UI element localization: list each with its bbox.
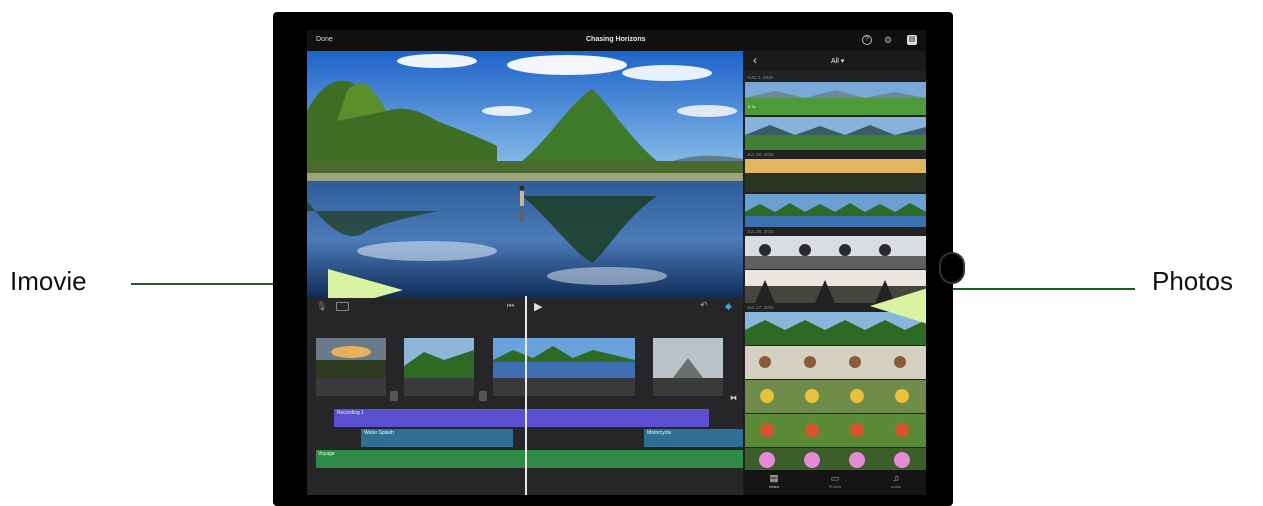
strip-thumbnail: [745, 346, 926, 379]
photo-strip[interactable]: [745, 414, 926, 447]
music-note-icon: ♫: [892, 473, 900, 483]
timeline-clip-1[interactable]: [316, 338, 386, 396]
viewer-landscape-image: [307, 51, 743, 298]
imovie-screen: Done Chasing Horizons ? ⚙ ▤ 🎙 ⏮ ▶ ↶ ◆ ⧓ …: [307, 30, 926, 495]
gear-icon[interactable]: ⚙: [883, 35, 893, 45]
audio-track-label: Voyage: [318, 451, 335, 457]
audio-track-label: Water Splash: [364, 430, 394, 436]
home-button: [939, 252, 965, 284]
timeline-panel: 🎙 ⏮ ▶ ↶ ◆ ⧓ Recording 1 Water Splash Mot…: [307, 296, 743, 495]
video-strip[interactable]: 0.7s: [745, 82, 926, 115]
audio-track-label: Motorcycle: [647, 430, 672, 436]
transition-icon[interactable]: [479, 391, 487, 401]
date-header: JUL 28, 2015: [747, 229, 774, 234]
audio-track-label: Recording 1: [337, 410, 364, 416]
clip-thumbnail: [404, 338, 474, 378]
strip-thumbnail: [745, 203, 926, 227]
duration-badge: 0.7s: [748, 104, 756, 109]
audio-track-water-splash[interactable]: Water Splash: [361, 429, 513, 447]
date-header: AUG 2, 2015: [747, 75, 774, 80]
video-viewer[interactable]: [307, 51, 743, 298]
photos-callout-arrow: [870, 288, 926, 324]
skip-to-start-icon[interactable]: ⏮: [507, 301, 514, 311]
undo-icon[interactable]: ↶: [700, 300, 708, 311]
clip-thumbnail: [653, 338, 723, 378]
strip-thumbnail: [745, 244, 926, 269]
audio-track-recording[interactable]: Recording 1: [334, 409, 709, 427]
strip-thumbnail: [745, 448, 926, 470]
browser-tab-bar: ▤ Video ▭ Photos ♫ Audio: [744, 470, 926, 495]
strip-thumbnail: [745, 90, 926, 115]
timeline-clip-3[interactable]: [493, 338, 635, 396]
strip-thumbnail: [745, 125, 926, 150]
film-icon: ▤: [769, 473, 779, 483]
photos-pointer-line: [925, 288, 1135, 290]
clip-thumbnail: [493, 338, 635, 378]
imovie-callout-arrow: [328, 269, 403, 298]
date-header: JUL 27, 2015: [747, 305, 774, 310]
transition-icon[interactable]: [390, 391, 398, 401]
audio-waveform-icon[interactable]: ◆: [725, 301, 732, 312]
video-strip[interactable]: [745, 194, 926, 227]
media-library-icon[interactable]: ▤: [907, 35, 917, 45]
audio-track-motorcycle[interactable]: Motorcycle: [644, 429, 743, 447]
browser-header: ‹ All ▾: [744, 51, 926, 71]
video-strip[interactable]: [745, 236, 926, 269]
clip-thumbnail: [316, 338, 386, 378]
audio-track-voyage[interactable]: Voyage: [316, 450, 743, 468]
tab-video[interactable]: ▤ Video: [744, 473, 804, 489]
photos-label: Photos: [1152, 266, 1233, 296]
done-button[interactable]: Done: [316, 36, 333, 43]
chevron-left-icon[interactable]: ‹: [753, 53, 757, 67]
tab-audio[interactable]: ♫ Audio: [866, 473, 926, 489]
photo-strip[interactable]: [745, 346, 926, 379]
photo-icon: ▭: [830, 473, 840, 483]
tab-label: Audio: [890, 484, 902, 489]
strip-thumbnail: [745, 414, 926, 447]
video-strip[interactable]: [745, 117, 926, 150]
project-title: Chasing Horizons: [586, 36, 646, 43]
top-bar: Done Chasing Horizons ? ⚙ ▤: [307, 30, 926, 51]
video-strip[interactable]: [745, 159, 926, 192]
date-header: JUL 29, 2015: [747, 152, 774, 157]
tab-label: Video: [768, 484, 780, 489]
strip-thumbnail: [745, 159, 926, 192]
strip-thumbnail: [745, 380, 926, 413]
tab-photos[interactable]: ▭ Photos: [805, 473, 865, 489]
question-circle-icon[interactable]: ?: [862, 35, 872, 45]
photo-strip[interactable]: [745, 448, 926, 470]
camera-icon[interactable]: [336, 302, 349, 311]
split-clip-icon[interactable]: ⧓: [730, 394, 737, 402]
microphone-icon[interactable]: 🎙: [316, 301, 327, 312]
media-browser: ‹ All ▾ AUG 2, 2015 0.7s JUL 29, 2015 JU…: [744, 51, 926, 495]
filter-dropdown[interactable]: All ▾: [831, 57, 844, 65]
photo-strip[interactable]: [745, 380, 926, 413]
timeline-clip-4[interactable]: [653, 338, 723, 396]
play-button[interactable]: ▶: [534, 300, 542, 313]
imovie-label: Imovie: [10, 266, 87, 296]
playhead[interactable]: [525, 296, 527, 495]
timeline-clip-2[interactable]: [404, 338, 474, 396]
tab-label: Photos: [828, 484, 842, 489]
